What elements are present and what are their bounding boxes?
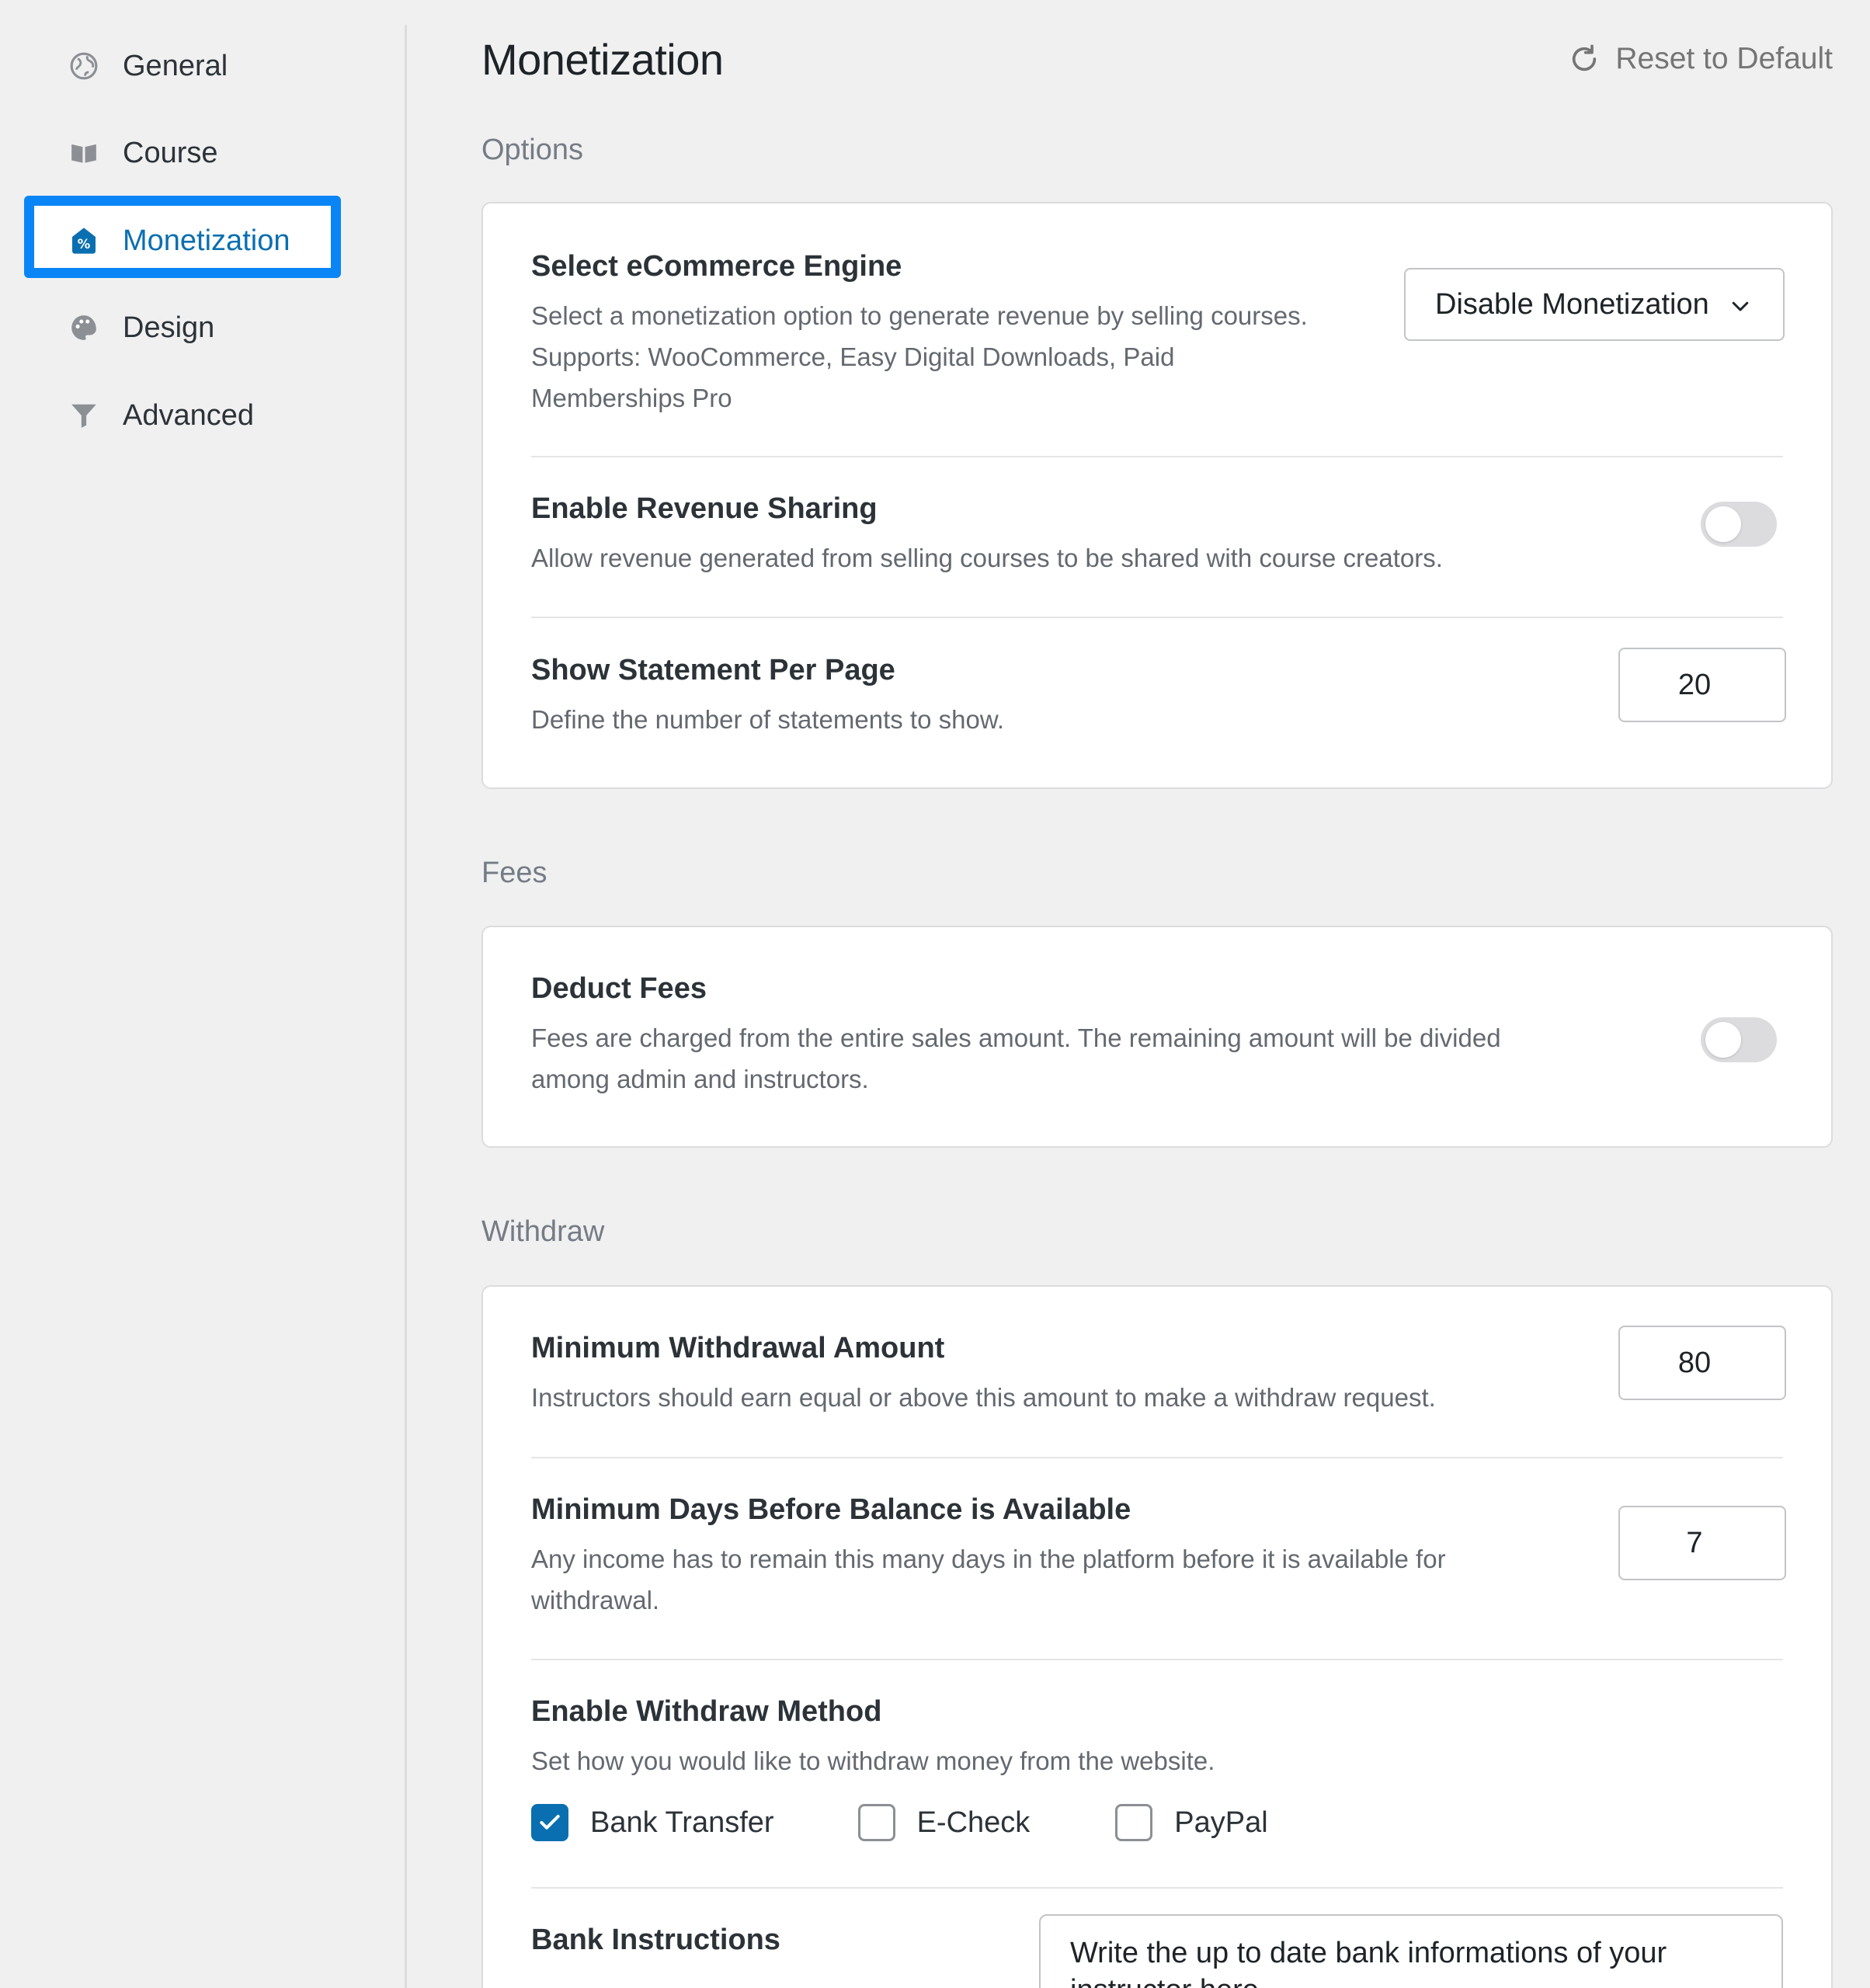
palette-icon xyxy=(68,312,99,343)
section-label-withdraw: Withdraw xyxy=(481,1215,605,1248)
chevron-down-icon xyxy=(1732,301,1749,311)
select-value: Disable Monetization xyxy=(1435,287,1709,321)
checkbox-paypal[interactable]: PayPal xyxy=(1115,1804,1268,1841)
page-title: Monetization xyxy=(481,35,724,84)
toggle-knob xyxy=(1705,1022,1741,1058)
statement-per-page-row: Show Statement Per Page Define the numbe… xyxy=(531,648,1786,747)
bank-instructions-title: Bank Instructions xyxy=(531,1924,780,1956)
statement-per-page-input[interactable] xyxy=(1618,648,1786,722)
checkbox-box[interactable] xyxy=(857,1804,895,1841)
bank-instructions-row: Bank Instructions Write the up to date b… xyxy=(531,1914,1783,1988)
checkbox-label: E-Check xyxy=(916,1806,1031,1839)
checkbox-box[interactable] xyxy=(1115,1804,1153,1841)
refresh-icon xyxy=(1569,43,1601,75)
filter-icon xyxy=(68,400,99,431)
ecommerce-engine-desc: Select a monetization option to generate… xyxy=(531,301,1308,412)
ecommerce-engine-title: Select eCommerce Engine xyxy=(531,250,902,283)
row-divider xyxy=(531,1659,1783,1660)
settings-sidebar: General Course % Monetization Design Adv… xyxy=(0,0,406,1988)
withdraw-method-options: Bank Transfer E-Check PayPal xyxy=(531,1804,1268,1841)
reset-to-default-button[interactable]: Reset to Default xyxy=(1569,42,1833,76)
deduct-fees-toggle[interactable] xyxy=(1701,1017,1777,1062)
row-divider xyxy=(531,617,1783,618)
revenue-sharing-row: Enable Revenue Sharing Allow revenue gen… xyxy=(531,492,1783,586)
checkbox-box[interactable] xyxy=(531,1804,568,1841)
check-icon xyxy=(540,1815,560,1830)
sidebar-item-design[interactable]: Design xyxy=(28,290,335,365)
sidebar-item-label: Course xyxy=(123,136,218,169)
min-days-input[interactable] xyxy=(1618,1506,1786,1580)
ecommerce-engine-row: Select eCommerce Engine Select a monetiz… xyxy=(531,250,1785,452)
bank-instructions-textarea[interactable]: Write the up to date bank informations o… xyxy=(1039,1914,1783,1988)
withdraw-method-title: Enable Withdraw Method xyxy=(531,1695,882,1728)
svg-text:%: % xyxy=(78,237,91,252)
sidebar-item-label: Design xyxy=(123,311,215,344)
deduct-fees-title: Deduct Fees xyxy=(531,972,707,1005)
sidebar-item-label: Monetization xyxy=(123,224,290,257)
toggle-knob xyxy=(1705,506,1741,542)
statement-per-page-desc: Define the number of statements to show. xyxy=(531,705,1005,734)
sidebar-item-monetization[interactable]: % Monetization xyxy=(28,203,335,278)
sidebar-item-general[interactable]: General xyxy=(28,29,335,103)
sidebar-item-label: Advanced xyxy=(123,398,255,432)
options-card: Select eCommerce Engine Select a monetiz… xyxy=(481,202,1833,789)
section-label-options: Options xyxy=(481,134,583,166)
checkbox-label: PayPal xyxy=(1174,1806,1268,1839)
book-icon xyxy=(68,137,99,169)
deduct-fees-row: Deduct Fees Fees are charged from the en… xyxy=(531,972,1783,1112)
min-days-row: Minimum Days Before Balance is Available… xyxy=(531,1493,1786,1633)
sidebar-item-label: General xyxy=(123,49,228,82)
section-label-fees: Fees xyxy=(481,857,547,889)
withdraw-card: Minimum Withdrawal Amount Instructors sh… xyxy=(481,1285,1833,1988)
reset-label: Reset to Default xyxy=(1615,42,1833,75)
min-days-title: Minimum Days Before Balance is Available xyxy=(531,1493,1131,1526)
checkbox-bank-transfer[interactable]: Bank Transfer xyxy=(531,1804,774,1841)
row-divider xyxy=(531,456,1783,457)
row-divider xyxy=(531,1887,1783,1889)
min-withdrawal-desc: Instructors should earn equal or above t… xyxy=(531,1383,1436,1412)
deduct-fees-desc: Fees are charged from the entire sales a… xyxy=(531,1024,1501,1093)
withdraw-method-desc: Set how you would like to withdraw money… xyxy=(531,1746,1215,1775)
min-days-desc: Any income has to remain this many days … xyxy=(531,1545,1446,1614)
checkbox-e-check[interactable]: E-Check xyxy=(857,1804,1031,1841)
revenue-sharing-title: Enable Revenue Sharing xyxy=(531,492,878,525)
statement-per-page-title: Show Statement Per Page xyxy=(531,654,895,686)
sidebar-item-course[interactable]: Course xyxy=(28,116,335,190)
min-withdrawal-input[interactable] xyxy=(1618,1326,1786,1400)
min-withdrawal-row: Minimum Withdrawal Amount Instructors sh… xyxy=(531,1326,1786,1425)
min-withdrawal-title: Minimum Withdrawal Amount xyxy=(531,1332,945,1364)
sidebar-item-advanced[interactable]: Advanced xyxy=(28,378,335,453)
monetization-icon: % xyxy=(68,225,99,256)
globe-icon xyxy=(68,50,99,82)
sidebar-divider xyxy=(405,25,407,1988)
settings-page: General Course % Monetization Design Adv… xyxy=(0,0,1870,1988)
revenue-sharing-toggle[interactable] xyxy=(1701,502,1777,547)
row-divider xyxy=(531,1457,1783,1458)
fees-card: Deduct Fees Fees are charged from the en… xyxy=(481,926,1833,1148)
ecommerce-engine-select[interactable]: Disable Monetization xyxy=(1404,268,1785,341)
revenue-sharing-desc: Allow revenue generated from selling cou… xyxy=(531,544,1443,572)
withdraw-method-row: Enable Withdraw Method Set how you would… xyxy=(531,1695,1783,1866)
checkbox-label: Bank Transfer xyxy=(590,1806,774,1839)
